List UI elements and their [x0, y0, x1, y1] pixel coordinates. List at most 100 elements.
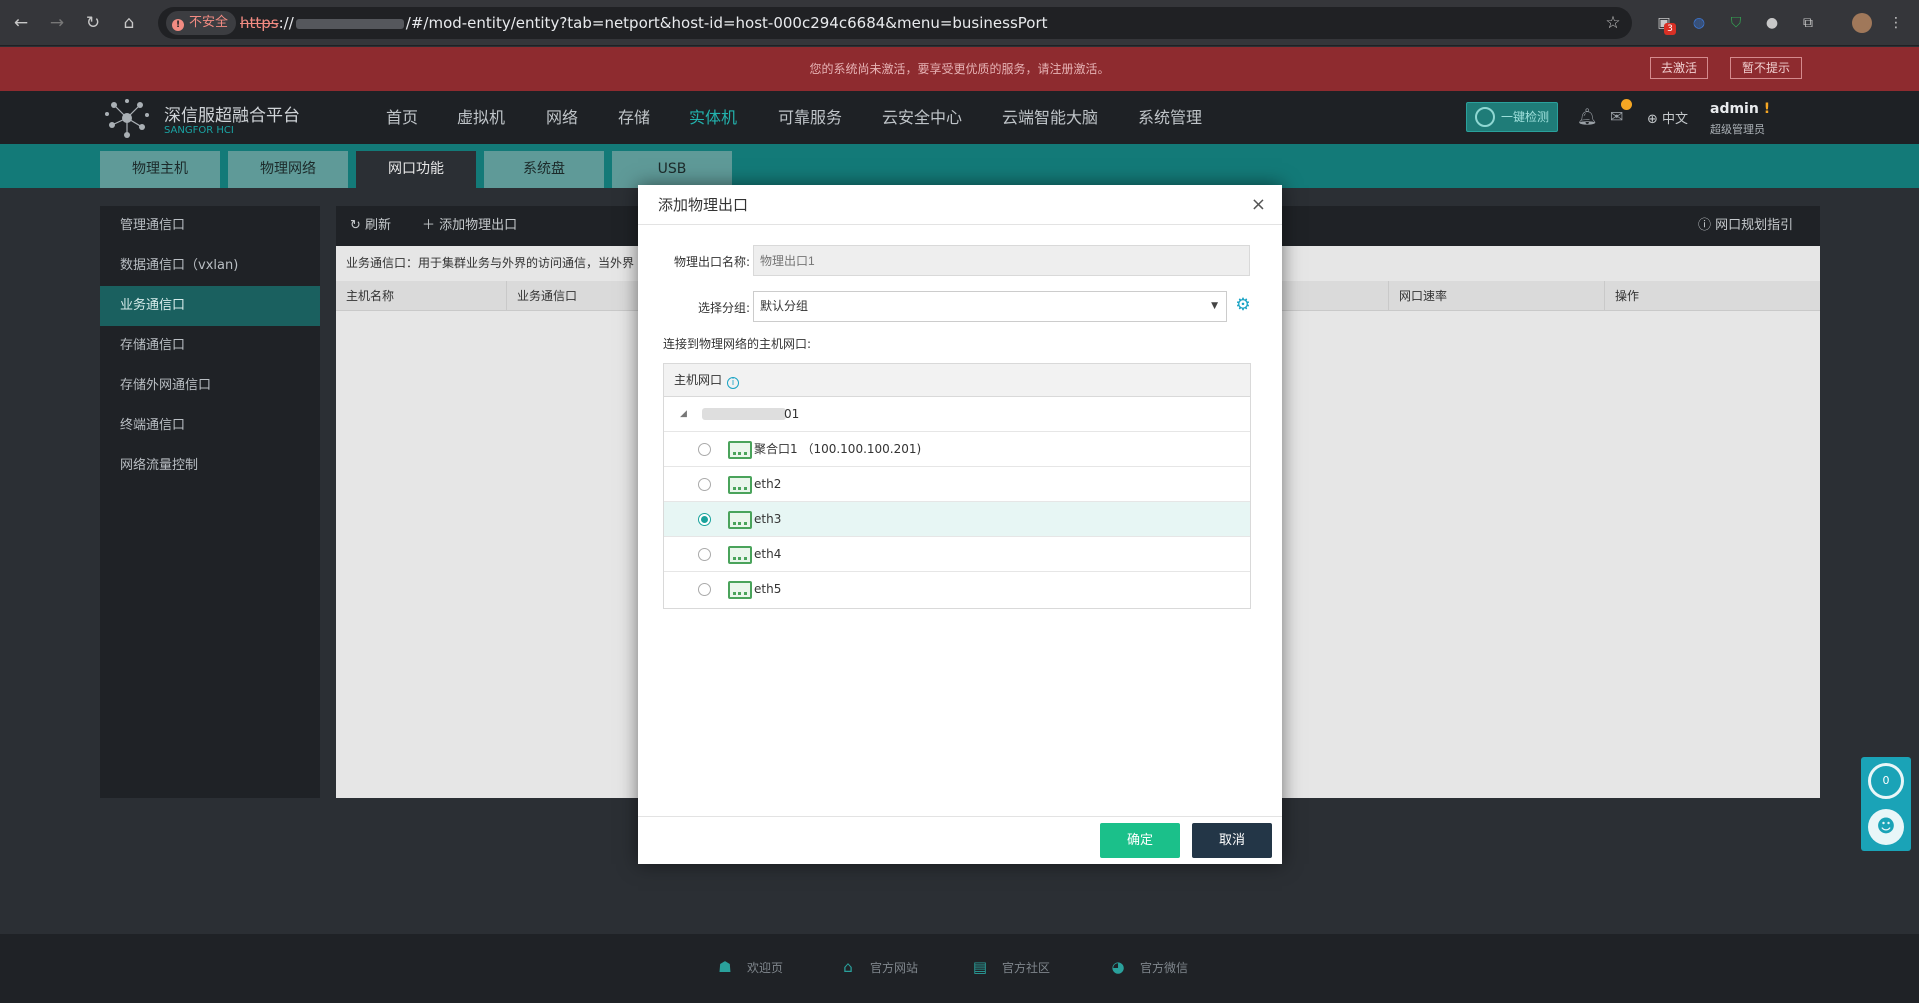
port-row[interactable]: eth4	[664, 537, 1250, 572]
chat-icon: ▤	[972, 958, 988, 976]
url-text[interactable]: https:///#/mod-entity/entity?tab=netport…	[240, 7, 1048, 39]
menu-vm[interactable]: 虚拟机	[457, 91, 505, 144]
description-text: 业务通信口：用于集群业务与外界的访问通信，当外界	[346, 256, 635, 270]
brand-subtitle: SANGFOR HCI	[164, 125, 234, 136]
assistant-robot-icon[interactable]: ☻	[1868, 809, 1904, 845]
port-row[interactable]: eth2	[664, 467, 1250, 502]
sidebar-item-management[interactable]: 管理通信口	[100, 206, 320, 246]
column-host-name[interactable]: 主机名称	[336, 281, 394, 311]
group-select[interactable]: 默认分组 ▼	[753, 291, 1227, 322]
nic-icon	[728, 476, 752, 494]
cancel-button[interactable]: 取消	[1192, 823, 1272, 858]
language-switch[interactable]: ⊕ 中文	[1647, 108, 1688, 127]
tab-physical-host[interactable]: 物理主机	[100, 151, 220, 188]
netport-guide-link[interactable]: ⓘ 网口规划指引	[1698, 206, 1793, 246]
footer-community-link[interactable]: ▤ 官方社区	[970, 958, 1050, 976]
forward-icon[interactable]: →	[46, 12, 68, 34]
tab-netport[interactable]: 网口功能	[356, 151, 476, 188]
menu-storage[interactable]: 存储	[618, 91, 650, 144]
sangfor-logo-icon	[105, 99, 149, 138]
port-row[interactable]: 聚合口1 （100.100.100.201)	[664, 432, 1250, 467]
group-label: 选择分组:	[697, 301, 750, 315]
address-bar[interactable]: ! 不安全 https:///#/mod-entity/entity?tab=ne…	[158, 7, 1632, 39]
refresh-button[interactable]: ↻ 刷新	[350, 206, 391, 246]
top-navigation: 深信服超融合平台 SANGFOR HCI 首页 虚拟机 网络 存储 实体机 可靠…	[0, 91, 1919, 146]
port-radio-checked[interactable]	[698, 513, 711, 526]
port-radio[interactable]	[698, 443, 711, 456]
tab-usb[interactable]: USB	[612, 151, 732, 188]
redacted-host-name	[702, 408, 786, 420]
quick-check-button[interactable]: 一键检测	[1466, 102, 1558, 132]
gear-icon[interactable]: ⚙	[1233, 295, 1253, 315]
menu-reliable[interactable]: 可靠服务	[778, 91, 842, 144]
extension-globe-icon[interactable]: ◍	[1689, 13, 1709, 33]
user-warning-icon: !	[1763, 101, 1771, 117]
tab-physical-network[interactable]: 物理网络	[228, 151, 348, 188]
column-port-speed[interactable]: 网口速率	[1388, 281, 1447, 311]
nic-icon	[728, 546, 752, 564]
info-icon[interactable]: i	[727, 377, 740, 389]
menu-physical[interactable]: 实体机	[689, 91, 738, 146]
nic-icon	[728, 581, 752, 599]
sidebar-item-traffic-control[interactable]: 网络流量控制	[100, 446, 320, 486]
dialog-footer: 确定 取消	[638, 816, 1282, 864]
user-name[interactable]: admin !	[1710, 101, 1770, 117]
host-port-tree: 主机网口 i ◢ 01 聚合口1 （100.100.100.201) eth2 e…	[663, 363, 1251, 609]
footer-welcome-link[interactable]: ☗ 欢迎页	[715, 958, 783, 976]
menu-system[interactable]: 系统管理	[1138, 91, 1202, 144]
column-actions[interactable]: 操作	[1604, 281, 1639, 311]
menu-ai-brain[interactable]: 云端智能大脑	[1002, 91, 1098, 144]
menu-security[interactable]: 云安全中心	[882, 91, 962, 144]
message-icon[interactable]: ✉	[1610, 107, 1623, 126]
profile-avatar[interactable]	[1852, 13, 1872, 33]
dismiss-button[interactable]: 暂不提示	[1730, 57, 1802, 79]
extensions-puzzle-icon[interactable]: ⧉	[1798, 13, 1818, 33]
brand-title: 深信服超融合平台	[164, 106, 300, 126]
sidebar-item-vxlan[interactable]: 数据通信口（vxlan)	[100, 246, 320, 286]
connect-label: 连接到物理网络的主机网口:	[663, 337, 812, 351]
footer-website-link[interactable]: ⌂ 官方网站	[838, 958, 918, 976]
close-icon[interactable]: ×	[1251, 185, 1266, 225]
add-physical-exit-button[interactable]: ＋ 添加物理出口	[422, 206, 517, 246]
bell-icon[interactable]: 🔔︎	[1577, 107, 1597, 126]
port-row-selected[interactable]: eth3	[664, 502, 1250, 537]
dialog-header: 添加物理出口 ×	[638, 185, 1282, 225]
menu-network[interactable]: 网络	[546, 91, 578, 144]
port-row[interactable]: eth5	[664, 572, 1250, 607]
back-icon[interactable]: ←	[10, 12, 32, 34]
extension-badge: 3	[1664, 23, 1676, 35]
activate-button[interactable]: 去激活	[1650, 57, 1708, 79]
sub-tab-bar: 物理主机 物理网络 网口功能 系统盘 USB	[0, 144, 1919, 188]
bookmark-star-icon[interactable]: ☆	[1602, 12, 1624, 34]
redacted-host	[295, 18, 404, 29]
port-radio[interactable]	[698, 478, 711, 491]
expand-triangle-icon[interactable]: ◢	[680, 397, 687, 432]
confirm-button[interactable]: 确定	[1100, 823, 1180, 858]
extension-shield-icon[interactable]: ⛉	[1726, 13, 1746, 33]
port-radio[interactable]	[698, 548, 711, 561]
column-business-port[interactable]: 业务通信口	[506, 281, 577, 311]
sidebar-item-storage[interactable]: 存储通信口	[100, 326, 320, 366]
menu-home[interactable]: 首页	[386, 91, 418, 144]
notification-dot	[1621, 99, 1632, 110]
sidebar-item-business[interactable]: 业务通信口	[100, 286, 320, 326]
home-icon[interactable]: ⌂	[118, 12, 140, 34]
tab-system-disk[interactable]: 系统盘	[484, 151, 604, 188]
check-ring-icon	[1475, 107, 1495, 127]
insecure-badge[interactable]: ! 不安全	[166, 11, 237, 35]
task-count-button[interactable]: 0	[1868, 763, 1904, 799]
menu-kebab-icon[interactable]: ⋮	[1886, 13, 1906, 33]
reload-icon[interactable]: ↻	[82, 12, 104, 34]
extension-dot-icon[interactable]: ●	[1762, 13, 1782, 33]
nic-icon	[728, 441, 752, 459]
activation-banner: 您的系统尚未激活，要享受更优质的服务，请注册激活。 去激活 暂不提示	[0, 47, 1919, 91]
welcome-icon: ☗	[718, 958, 732, 976]
sidebar-item-storage-external[interactable]: 存储外网通信口	[100, 366, 320, 406]
tree-header: 主机网口 i	[664, 364, 1250, 397]
exit-name-input[interactable]	[753, 245, 1250, 276]
port-radio[interactable]	[698, 583, 711, 596]
tree-host-node[interactable]: ◢ 01	[664, 397, 1250, 432]
sidebar-item-terminal[interactable]: 终端通信口	[100, 406, 320, 446]
footer-wechat-link[interactable]: ◕ 官方微信	[1108, 958, 1188, 976]
wechat-icon: ◕	[1111, 958, 1125, 976]
